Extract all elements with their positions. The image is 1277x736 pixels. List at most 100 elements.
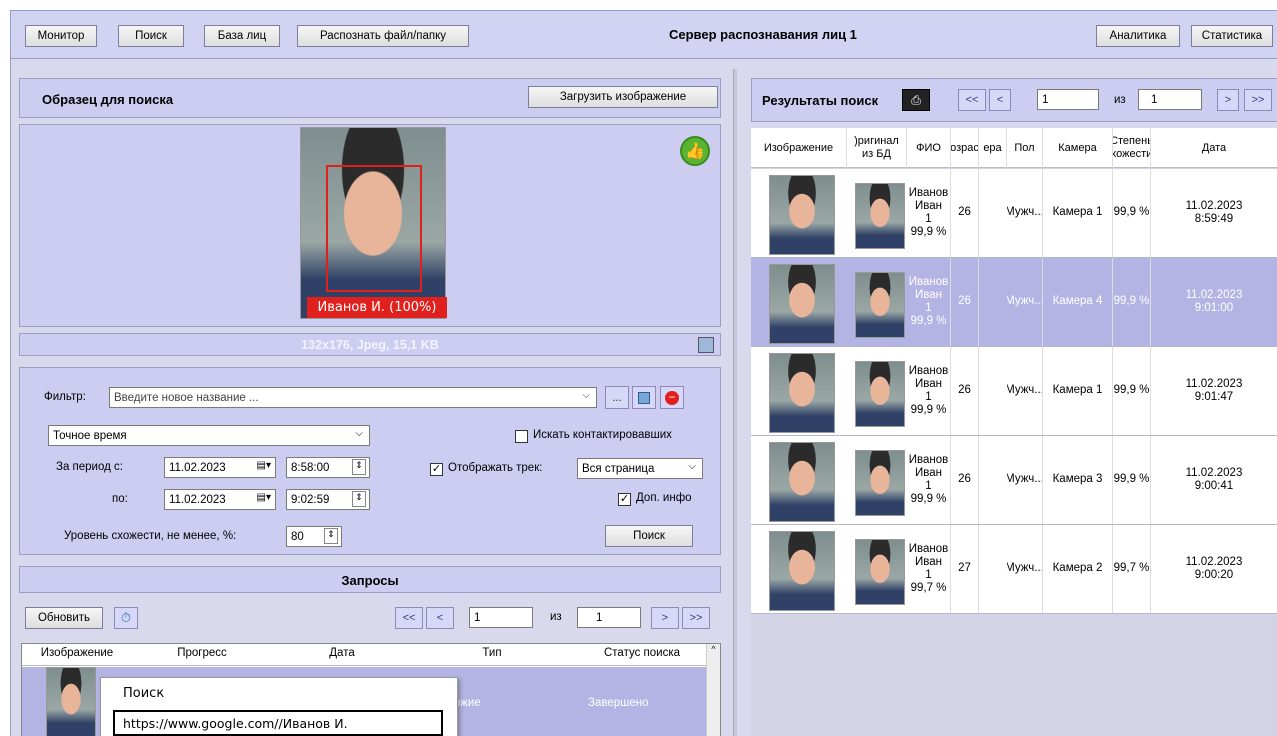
time-mode-select[interactable]: Точное время ⌵ (48, 425, 370, 446)
print-icon[interactable]: ⎙ (902, 89, 930, 111)
result-fio: Иванов Иван 1 99,9 % (907, 258, 951, 346)
spinner-icon[interactable]: ⇕ (352, 491, 366, 507)
results-last-button[interactable]: >> (1244, 89, 1272, 111)
context-menu: Поиск https://www.google.com//Иванов И. (100, 677, 458, 736)
recognize-file-button[interactable]: Распознать файл/папку (297, 25, 469, 47)
result-age: 26 (951, 436, 979, 524)
result-fio: Иванов Иван 1 99,9 % (907, 169, 951, 257)
similarity-input[interactable]: 80 ⇕ (286, 526, 342, 547)
remove-icon: − (665, 390, 679, 405)
results-of-label: из (1114, 94, 1126, 106)
spinner-icon[interactable]: ⇕ (352, 459, 366, 475)
col-type[interactable]: Тип (412, 647, 572, 660)
statistics-button[interactable]: Статистика (1191, 25, 1273, 47)
filter-placeholder: Введите новое название ... (114, 391, 259, 404)
results-row[interactable]: Иванов Иван 1 99,9 % 26 Мужч... Камера 1 99,… (751, 169, 1277, 258)
search-button[interactable]: Поиск (118, 25, 184, 47)
results-col-8[interactable]: Дата (1151, 128, 1277, 168)
col-image[interactable]: Изображение (22, 647, 132, 660)
context-menu-title: Поиск (123, 686, 165, 701)
chevron-down-icon[interactable]: ⌵ (582, 390, 590, 401)
contacts-checkbox[interactable] (515, 430, 528, 443)
col-date[interactable]: Дата (272, 647, 412, 660)
requests-last-button[interactable]: >> (682, 607, 710, 629)
sample-face-image (300, 127, 446, 319)
requests-of-label: из (550, 611, 562, 623)
results-col-3[interactable]: озрас (951, 128, 979, 168)
face-db-button[interactable]: База лиц (204, 25, 280, 47)
results-row[interactable]: Иванов Иван 1 99,9 % 26 Мужч... Камера 4 99,… (751, 258, 1277, 347)
time-to-input[interactable]: 9:02:59 ⇕ (286, 489, 370, 510)
results-table: Изображение)ригинал из БД ФИО озрас ера Пол К… (751, 128, 1277, 736)
thumbs-up-icon[interactable]: 👍 (680, 136, 710, 166)
calendar-icon[interactable]: ▤▾ (257, 460, 271, 471)
image-info-text: 132x176, Jpeg, 15,1 KB (301, 338, 439, 352)
result-sim: 99,7 % (1113, 525, 1151, 613)
results-col-2[interactable]: ФИО (907, 128, 951, 168)
requests-total-value: 1 (596, 611, 603, 624)
requests-page-input[interactable]: 1 (469, 607, 533, 628)
result-age: 27 (951, 525, 979, 613)
analytics-button[interactable]: Аналитика (1096, 25, 1180, 47)
requests-scrollbar[interactable]: ^ (706, 644, 720, 736)
results-col-6[interactable]: Камера (1043, 128, 1113, 168)
results-col-1[interactable]: )ригинал из БД (847, 128, 907, 168)
col-status[interactable]: Статус поиска (572, 647, 712, 660)
result-capture-image (769, 264, 835, 344)
refresh-button[interactable]: Обновить (25, 607, 103, 629)
filter-label: Фильтр: (44, 391, 86, 403)
sample-header-panel: Образец для поиска Загрузить изображение (19, 78, 721, 118)
splitter[interactable] (733, 69, 737, 736)
filter-input[interactable]: Введите новое название ... ⌵ (109, 387, 597, 408)
results-row[interactable]: Иванов Иван 1 99,9 % 26 Мужч... Камера 1 99,… (751, 347, 1277, 436)
result-date: 11.02.2023 9:00:41 (1151, 436, 1277, 524)
save-image-icon[interactable] (698, 337, 714, 353)
results-row[interactable]: Иванов Иван 1 99,7 % 27 Мужч... Камера 2 99,… (751, 525, 1277, 614)
results-col-5[interactable]: Пол (1007, 128, 1043, 168)
monitor-button[interactable]: Монитор (25, 25, 97, 47)
date-to-input[interactable]: 11.02.2023 ▤▾ (164, 489, 276, 510)
results-first-button[interactable]: << (958, 89, 986, 111)
result-date: 11.02.2023 9:01:47 (1151, 347, 1277, 435)
date-from-input[interactable]: 11.02.2023 ▤▾ (164, 457, 276, 478)
upload-image-button[interactable]: Загрузить изображение (528, 86, 718, 108)
results-prev-button[interactable]: < (989, 89, 1011, 111)
server-title: Сервер распознавания лиц 1 (669, 27, 857, 42)
filter-search-button[interactable]: Поиск (605, 525, 693, 547)
requests-next-button[interactable]: > (651, 607, 679, 629)
results-header-panel: Результаты поиск ⎙ << < 1 из 1 > >> (751, 78, 1277, 122)
show-track-checkbox[interactable]: ✓ (430, 463, 443, 476)
sample-image-panel: Иванов И. (100%) 👍 (19, 124, 721, 327)
requests-total-field: 1 (577, 607, 641, 628)
spinner-icon[interactable]: ⇕ (324, 528, 338, 544)
image-info-bar: 132x176, Jpeg, 15,1 KB (19, 333, 721, 356)
results-next-button[interactable]: > (1217, 89, 1239, 111)
col-progress[interactable]: Прогресс (132, 647, 272, 660)
timer-icon[interactable]: ⏱ (114, 607, 138, 629)
results-page-input[interactable]: 1 (1037, 89, 1099, 110)
filter-delete-button[interactable]: − (660, 386, 684, 409)
results-col-4[interactable]: ера (979, 128, 1007, 168)
requests-prev-button[interactable]: < (426, 607, 454, 629)
app-window: Монитор Поиск База лиц Распознать файл/п… (10, 10, 1277, 736)
result-camera: Камера 1 (1043, 347, 1113, 435)
extra-info-checkbox[interactable]: ✓ (618, 493, 631, 506)
extra-info-label: Доп. инфо (636, 492, 692, 504)
results-col-7[interactable]: Степень хожести (1113, 128, 1151, 168)
result-sex: Мужч... (1007, 347, 1043, 435)
filter-browse-button[interactable]: ... (605, 386, 629, 409)
calendar-icon[interactable]: ▤▾ (257, 492, 271, 503)
context-menu-item[interactable]: https://www.google.com//Иванов И. (113, 710, 443, 736)
result-capture-image (769, 353, 835, 433)
time-from-input[interactable]: 8:58:00 ⇕ (286, 457, 370, 478)
results-row[interactable]: Иванов Иван 1 99,9 % 26 Мужч... Камера 3 99,… (751, 436, 1277, 525)
result-sex: Мужч... (1007, 525, 1043, 613)
result-camera: Камера 4 (1043, 258, 1113, 346)
results-total-field: 1 (1138, 89, 1202, 110)
result-date: 11.02.2023 9:00:20 (1151, 525, 1277, 613)
results-col-0[interactable]: Изображение (751, 128, 847, 168)
requests-first-button[interactable]: << (395, 607, 423, 629)
filter-save-button[interactable] (632, 386, 656, 409)
results-total-value: 1 (1151, 93, 1158, 106)
track-mode-select[interactable]: Вся страница ⌵ (577, 458, 703, 479)
